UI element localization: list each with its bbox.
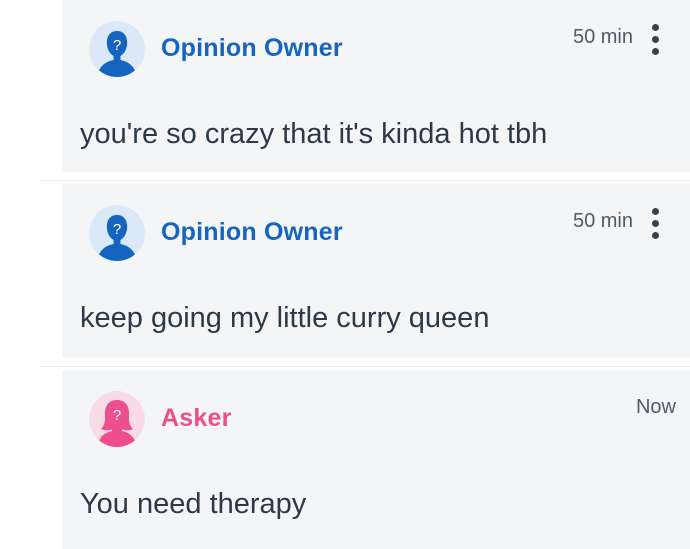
divider — [40, 366, 690, 367]
more-vertical-icon[interactable] — [650, 24, 660, 56]
anonymous-male-avatar[interactable]: ? — [89, 21, 145, 77]
comment-card: ? Opinion Owner 50 min keep going my lit… — [62, 184, 690, 358]
comment-timestamp: 50 min — [572, 26, 633, 48]
comment-text: you're so crazy that it's kinda hot tbh — [80, 118, 548, 150]
comment-thread: ? Opinion Owner 50 min you're so crazy t… — [0, 0, 690, 549]
comment-card: ? Asker Now You need therapy — [62, 370, 690, 549]
user-silhouette-icon: ? — [89, 21, 145, 77]
svg-text:?: ? — [113, 37, 121, 54]
comment-timestamp: 50 min — [572, 210, 633, 232]
user-silhouette-icon: ? — [89, 205, 145, 261]
comment-author[interactable]: Opinion Owner — [161, 34, 343, 63]
anonymous-female-avatar[interactable]: ? — [89, 391, 145, 447]
comment-text: keep going my little curry queen — [80, 302, 490, 334]
comment-timestamp: Now — [635, 396, 676, 418]
more-vertical-icon[interactable] — [650, 208, 660, 240]
comment-card: ? Opinion Owner 50 min you're so crazy t… — [62, 0, 690, 172]
comment-author[interactable]: Asker — [161, 404, 232, 433]
divider — [40, 180, 690, 181]
user-silhouette-icon: ? — [89, 391, 145, 447]
svg-text:?: ? — [113, 221, 121, 238]
comment-author[interactable]: Opinion Owner — [161, 218, 343, 247]
comment-text: You need therapy — [80, 488, 307, 520]
anonymous-male-avatar[interactable]: ? — [89, 205, 145, 261]
svg-text:?: ? — [113, 407, 121, 424]
